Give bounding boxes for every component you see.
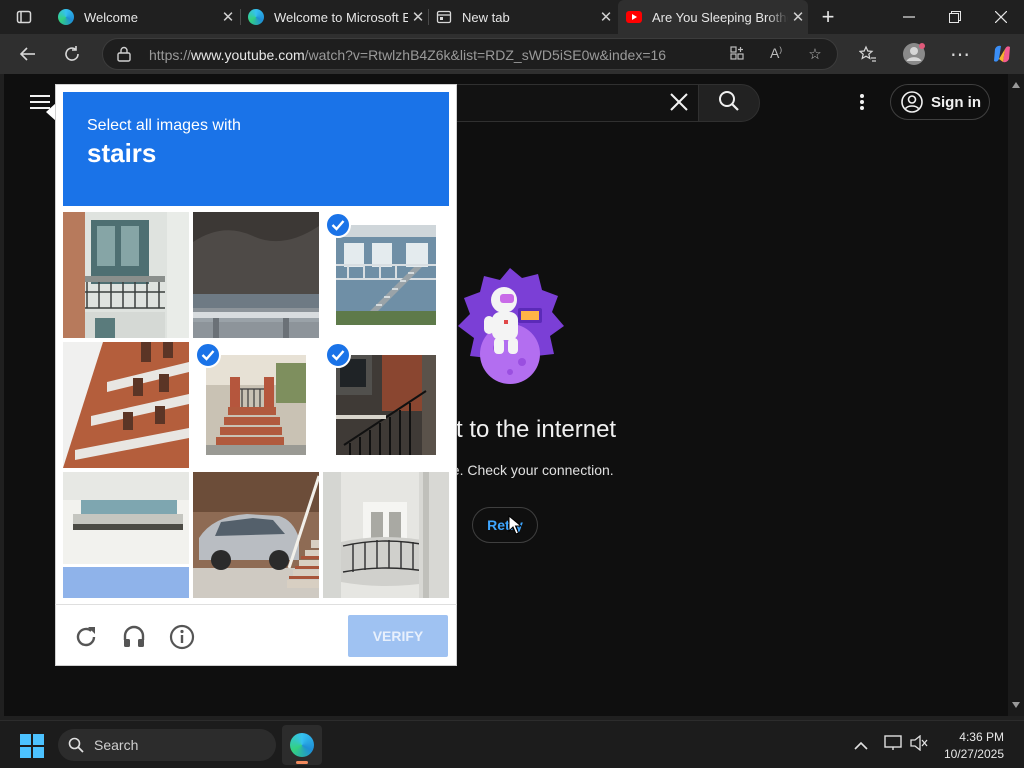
active-app-indicator [296, 761, 308, 764]
captcha-header: Select all images with stairs [63, 92, 449, 206]
youtube-search-input[interactable] [440, 84, 700, 122]
close-icon[interactable]: ✕ [408, 8, 428, 26]
captcha-tile-1[interactable] [63, 212, 189, 338]
sign-in-label: Sign in [931, 93, 981, 111]
captcha-tile-9[interactable] [323, 472, 449, 598]
offline-title: ct to the internet [444, 416, 617, 443]
windows-taskbar: Search 4:36 PM 10/27/2025 [0, 720, 1024, 768]
tile-3-selected-check-icon [325, 212, 351, 238]
clock-time[interactable]: 4:36 PM [950, 730, 1004, 744]
sign-in-button[interactable]: Sign in [890, 84, 990, 120]
show-hidden-icons-chevron-icon[interactable] [854, 738, 868, 750]
youtube-settings-icon[interactable] [856, 92, 868, 112]
clock-date[interactable]: 10/27/2025 [940, 747, 1004, 761]
verify-button[interactable]: VERIFY [348, 615, 448, 657]
edge-icon [290, 733, 314, 757]
tab-welcome-microsoft-edge[interactable]: Welcome to Microsoft E ✕ [240, 0, 428, 34]
lock-icon[interactable] [117, 46, 131, 67]
back-button[interactable] [12, 38, 44, 70]
read-aloud-icon[interactable]: A) [766, 45, 786, 65]
tab-new-tab[interactable]: New tab ✕ [428, 0, 616, 34]
captcha-tile-8[interactable] [193, 472, 319, 598]
favorites-icon[interactable] [852, 38, 884, 70]
tab-title: Are You Sleeping Brothe [652, 9, 788, 25]
page-scrollbar[interactable] [1008, 74, 1024, 716]
taskbar-search-box[interactable]: Search [58, 729, 276, 761]
new-tab-icon [436, 9, 452, 25]
captcha-tile-2[interactable] [193, 212, 319, 338]
captcha-tile-4[interactable] [63, 342, 189, 468]
youtube-search-button[interactable] [698, 84, 760, 122]
profile-avatar[interactable] [898, 38, 930, 70]
clear-search-icon[interactable] [670, 93, 690, 113]
close-icon[interactable]: ✕ [788, 8, 808, 26]
captcha-tile-3[interactable] [336, 225, 436, 325]
captcha-reload-icon[interactable] [69, 620, 103, 654]
tab-youtube-active[interactable]: Are You Sleeping Brothe ✕ [618, 0, 808, 34]
close-icon[interactable]: ✕ [596, 8, 616, 26]
edge-icon [248, 9, 264, 25]
captcha-footer-divider [55, 604, 457, 605]
edge-icon [58, 9, 74, 25]
mouse-cursor-icon [508, 514, 523, 535]
browser-toolbar: https://www.youtube.com/watch?v=RtwlzhB4… [0, 34, 1024, 74]
network-icon[interactable] [884, 735, 902, 751]
taskbar-search-label: Search [94, 737, 139, 753]
captcha-tile-5[interactable] [206, 355, 306, 455]
search-icon [68, 737, 84, 753]
minimize-button[interactable] [886, 0, 932, 34]
account-icon [901, 91, 923, 113]
tab-welcome[interactable]: Welcome ✕ [50, 0, 238, 34]
address-bar[interactable]: https://www.youtube.com/watch?v=RtwlzhB4… [102, 38, 838, 70]
tab-bar: Welcome ✕ Welcome to Microsoft E ✕ New t… [0, 0, 1024, 34]
captcha-audio-icon[interactable] [117, 620, 151, 654]
tab-title: Welcome to Microsoft E [274, 9, 408, 25]
refresh-button[interactable] [56, 38, 88, 70]
retry-button[interactable]: Retry [472, 507, 538, 543]
tab-actions-icon[interactable] [8, 1, 40, 33]
url-text: https://www.youtube.com/watch?v=RtwlzhB4… [149, 47, 667, 63]
copilot-icon[interactable] [986, 38, 1018, 70]
tile-5-selected-check-icon [195, 342, 221, 368]
offline-astronaut-illustration [452, 264, 568, 392]
close-icon[interactable]: ✕ [218, 8, 238, 26]
restore-button[interactable] [932, 0, 978, 34]
captcha-tile-7[interactable] [63, 472, 189, 598]
close-window-button[interactable] [978, 0, 1024, 34]
captcha-info-icon[interactable] [165, 620, 199, 654]
offline-subtitle: ne. Check your connection. [444, 462, 614, 478]
search-icon [718, 90, 740, 117]
tile-6-selected-check-icon [325, 342, 351, 368]
tab-title: Welcome [84, 9, 138, 25]
volume-muted-icon[interactable] [910, 734, 928, 752]
youtube-icon [626, 11, 642, 23]
captcha-target-word: stairs [87, 138, 157, 168]
app-available-icon[interactable] [727, 45, 747, 65]
captcha-tile-6[interactable] [336, 355, 436, 455]
windows-start-icon[interactable] [20, 734, 44, 758]
taskbar-edge-app[interactable] [282, 725, 322, 765]
more-options-icon[interactable]: ⋯ [944, 38, 976, 70]
captcha-prompt: Select all images with [87, 117, 241, 134]
tab-title: New tab [462, 9, 510, 25]
favorite-star-icon[interactable]: ☆ [805, 45, 825, 65]
new-tab-button[interactable]: + [806, 0, 850, 34]
